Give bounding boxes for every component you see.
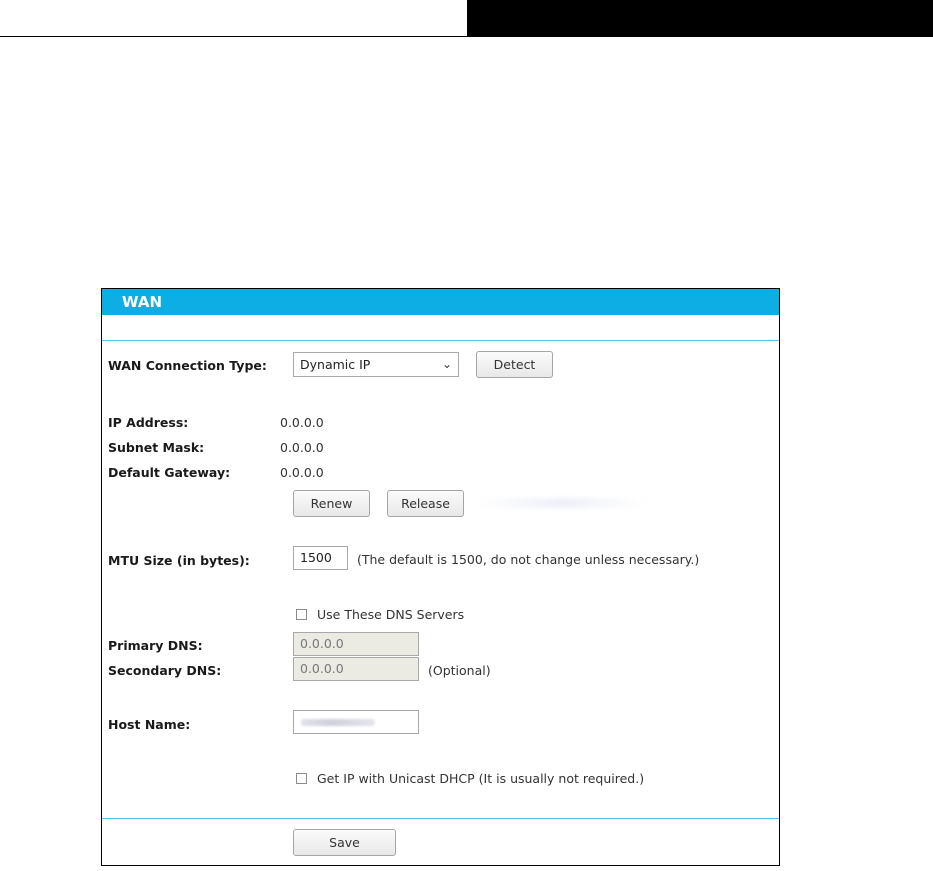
renew-button[interactable]: Renew <box>293 490 370 517</box>
primary-dns-label: Primary DNS: <box>108 638 203 653</box>
host-name-redacted <box>301 719 375 726</box>
ip-address-value: 0.0.0.0 <box>280 415 324 430</box>
divider-top <box>102 340 779 341</box>
status-text <box>476 498 646 508</box>
ip-address-label: IP Address: <box>108 415 189 430</box>
mtu-size-input[interactable]: 1500 <box>293 546 348 570</box>
wan-connection-type-label: WAN Connection Type: <box>108 358 267 373</box>
host-name-label: Host Name: <box>108 717 191 732</box>
mtu-size-label: MTU Size (in bytes): <box>108 553 250 568</box>
divider-bottom <box>102 818 779 819</box>
use-dns-checkbox[interactable] <box>296 609 307 620</box>
wan-connection-type-value: Dynamic IP <box>300 357 371 372</box>
wan-connection-type-select[interactable]: Dynamic IP ⌄ <box>293 352 459 377</box>
host-name-input[interactable] <box>293 710 419 734</box>
primary-dns-input[interactable]: 0.0.0.0 <box>293 632 419 656</box>
subnet-mask-value: 0.0.0.0 <box>280 440 324 455</box>
default-gateway-value: 0.0.0.0 <box>280 465 324 480</box>
wan-panel: WAN WAN Connection Type: Dynamic IP ⌄ De… <box>101 288 780 866</box>
top-rule <box>0 36 467 37</box>
use-dns-label: Use These DNS Servers <box>317 607 465 622</box>
chevron-down-icon: ⌄ <box>441 357 452 371</box>
unicast-dhcp-label: Get IP with Unicast DHCP (It is usually … <box>317 771 645 786</box>
secondary-dns-label: Secondary DNS: <box>108 663 222 678</box>
default-gateway-label: Default Gateway: <box>108 465 231 480</box>
subnet-mask-label: Subnet Mask: <box>108 440 205 455</box>
save-button[interactable]: Save <box>293 829 396 856</box>
secondary-dns-optional-note: (Optional) <box>428 663 491 678</box>
release-button[interactable]: Release <box>387 490 464 517</box>
top-black-bar <box>467 0 933 37</box>
detect-button[interactable]: Detect <box>476 351 553 378</box>
secondary-dns-input[interactable]: 0.0.0.0 <box>293 657 419 681</box>
unicast-dhcp-checkbox[interactable] <box>296 773 307 784</box>
panel-title: WAN <box>102 289 779 315</box>
mtu-note: (The default is 1500, do not change unle… <box>357 552 700 567</box>
